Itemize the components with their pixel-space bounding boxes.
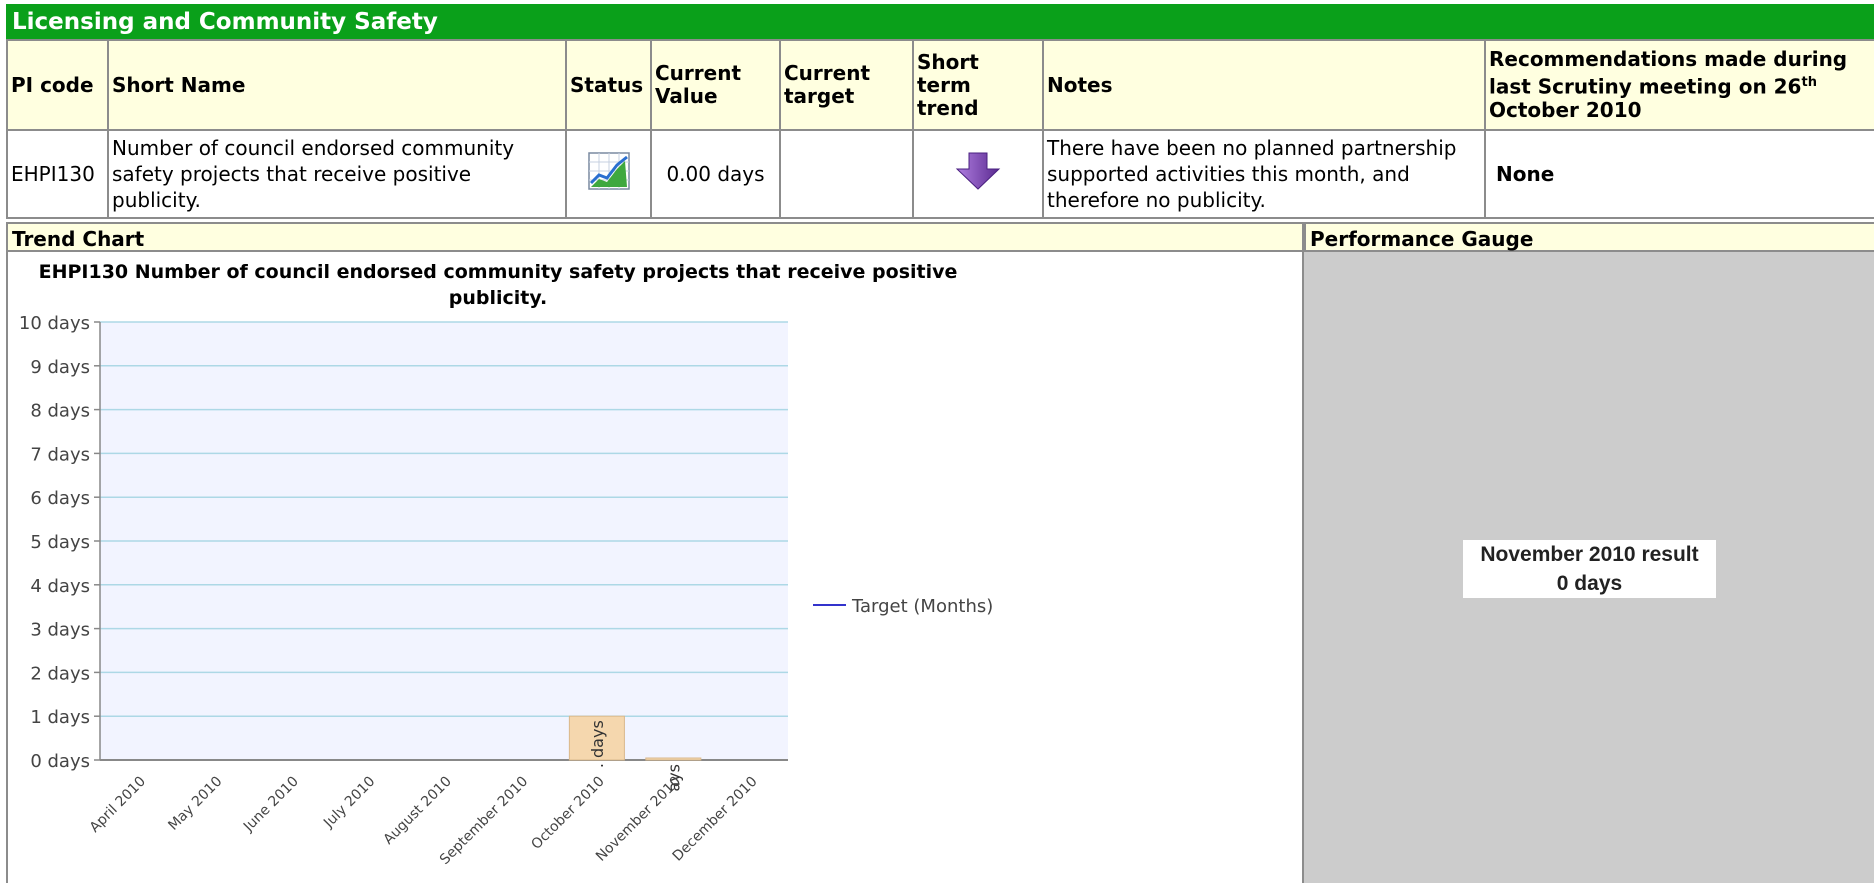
x-axis-tick-label: August 2010 [381,774,455,848]
header-recommendations-sup: th [1801,75,1817,91]
header-short-term-trend: Short term trend [912,39,1044,131]
cell-current-value: 0.00 days [650,129,781,219]
trend-chart: EHPI130 Number of council endorsed commu… [19,261,993,868]
cell-recommendations: None [1484,129,1874,219]
header-notes: Notes [1042,39,1486,131]
performance-gauge-heading: Performance Gauge [1304,222,1874,252]
trend-chart-heading: Trend Chart [6,222,1304,252]
legend-target-label: Target (Months) [851,596,993,617]
y-axis-tick-label: 5 days [30,532,90,553]
data-only-chart-icon [587,152,630,190]
gauge-result-value: 0 days [1556,572,1623,595]
chart-bar [645,757,702,761]
recommendations-value: None [1496,162,1555,186]
header-pi-code: PI code [6,39,109,131]
y-axis-tick-label: 1 days [30,707,90,728]
y-axis-tick-label: 0 days [30,751,90,772]
y-axis-tick-label: 7 days [30,444,90,465]
y-axis-tick-label: 9 days [30,357,90,378]
cell-pi-code: EHPI130 [6,129,109,219]
y-axis-tick-label: 2 days [30,663,90,684]
gauge-result-box: November 2010 result 0 days [1463,540,1716,598]
chart-data-label: . days [588,720,607,768]
x-axis-tick-label: October 2010 [528,774,607,853]
header-current-value: Current Value [650,39,781,131]
y-axis-tick-label: 4 days [30,576,90,597]
y-axis-tick-label: 10 days [19,313,90,334]
y-axis-tick-label: 6 days [30,488,90,509]
x-axis-tick-label: June 2010 [240,774,302,836]
down-arrow-icon [955,152,1001,190]
y-axis-tick-label: 3 days [30,620,90,641]
cell-short-term-trend [912,129,1044,219]
x-axis-tick-label: July 2010 [320,774,378,832]
gauge-result-period: November 2010 result [1480,543,1699,566]
performance-gauge-panel: November 2010 result 0 days [1304,252,1874,883]
header-short-name: Short Name [107,39,567,131]
header-recommendations: Recommendations made during last Scrutin… [1484,39,1874,131]
x-axis-tick-label: April 2010 [87,774,149,836]
pi-table: PI code Short Name Status Current Value … [6,39,1874,219]
table-row: EHPI130 Number of council endorsed commu… [6,129,1874,219]
section-title: Licensing and Community Safety [6,4,1874,39]
x-axis-tick-label: May 2010 [165,774,225,834]
header-status: Status [565,39,652,131]
trend-chart-panel: EHPI130 Number of council endorsed commu… [6,252,1304,883]
cell-status [565,129,652,219]
chart-title: EHPI130 Number of council endorsed commu… [39,261,958,283]
y-axis-tick-label: 8 days [30,401,90,422]
header-current-target: Current target [779,39,914,131]
cell-current-target [779,129,914,219]
chart-title: publicity. [449,287,547,309]
cell-notes: There have been no planned partnership s… [1042,129,1486,219]
header-recommendations-suffix: October 2010 [1489,97,1642,122]
table-header-row: PI code Short Name Status Current Value … [6,39,1874,131]
header-recommendations-text: Recommendations made during last Scrutin… [1489,47,1848,99]
cell-short-name: Number of council endorsed community saf… [107,129,567,219]
